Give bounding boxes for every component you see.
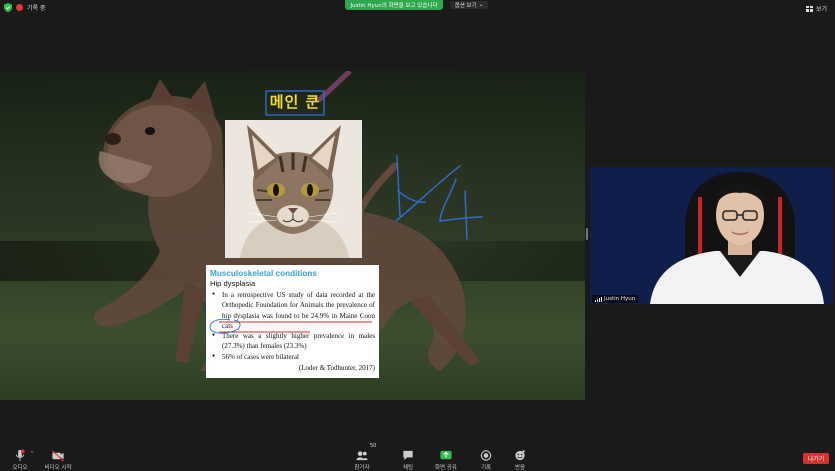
chat-button[interactable]: 채팅 xyxy=(388,444,428,471)
signal-icon xyxy=(595,296,602,302)
layout-label: 보기 xyxy=(815,6,827,13)
shared-screen: 메인 쿤 Musculoskeletal conditions Hip dysp… xyxy=(0,71,585,400)
record-icon xyxy=(16,4,23,11)
audio-button[interactable]: 오디오 xyxy=(0,444,40,471)
chat-label: 채팅 xyxy=(402,465,414,471)
resize-handle[interactable] xyxy=(586,228,588,240)
share-screen-label: 화면 공유 xyxy=(435,465,457,471)
participants-button[interactable]: 50 참가자 xyxy=(342,443,382,471)
smiley-icon xyxy=(515,449,526,461)
chat-icon xyxy=(403,450,413,461)
participants-label: 참가자 xyxy=(354,465,370,471)
participant-video-tile[interactable]: Justin Hyun xyxy=(590,167,833,304)
bottom-toolbar: 오디오 ^ 비디오 시작 50 참가자 채팅 화면 공유 기록 반응 나가기 xyxy=(0,443,835,471)
view-options-button[interactable]: 옵션 보기 ⌄ xyxy=(450,1,488,9)
recording-label: 기록 중 xyxy=(27,5,46,12)
grid-view-icon xyxy=(805,5,813,12)
participants-icon xyxy=(356,451,368,461)
share-screen-button[interactable]: 화면 공유 xyxy=(426,444,466,471)
audio-label: 오디오 xyxy=(12,465,28,471)
shield-icon xyxy=(4,3,12,12)
record-label: 기록 xyxy=(480,465,492,471)
meeting-info[interactable]: 기록 중 xyxy=(4,3,45,12)
layout-button[interactable]: 보기 xyxy=(805,4,827,13)
reactions-button[interactable]: 반응 xyxy=(500,444,540,471)
participant-video xyxy=(590,167,833,304)
chevron-down-icon: ⌄ xyxy=(478,2,484,8)
reactions-label: 반응 xyxy=(514,465,526,471)
audio-options-caret[interactable]: ^ xyxy=(30,451,34,457)
leave-label: 나가기 xyxy=(807,456,825,463)
video-button[interactable]: 비디오 시작 xyxy=(38,444,78,471)
share-banner-text: Justin Hyun의 화면을 보고 있습니다 xyxy=(350,3,438,9)
share-banner: Justin Hyun의 화면을 보고 있습니다 xyxy=(345,0,443,10)
participant-name-tag: Justin Hyun xyxy=(592,295,639,303)
cat-image xyxy=(225,120,362,258)
maine-coon-photo xyxy=(225,120,362,258)
participants-count: 50 xyxy=(370,443,377,449)
participant-name: Justin Hyun xyxy=(604,296,636,302)
card-annotations xyxy=(209,318,372,334)
microphone-icon xyxy=(15,449,25,462)
slide-title: 메인 쿤 xyxy=(261,90,329,114)
slide-title-text: 메인 쿤 xyxy=(269,93,321,111)
slide-text-card: Musculoskeletal conditions Hip dysplasia… xyxy=(206,265,379,378)
top-bar: 기록 중 Justin Hyun의 화면을 보고 있습니다 옵션 보기 ⌄ 보기 xyxy=(0,0,835,16)
video-label: 비디오 시작 xyxy=(44,465,72,471)
share-screen-icon xyxy=(440,450,452,460)
view-options-label: 옵션 보기 xyxy=(454,3,477,9)
video-camera-off-icon xyxy=(52,450,64,462)
record-icon xyxy=(480,450,492,461)
leave-button[interactable]: 나가기 xyxy=(803,453,829,464)
